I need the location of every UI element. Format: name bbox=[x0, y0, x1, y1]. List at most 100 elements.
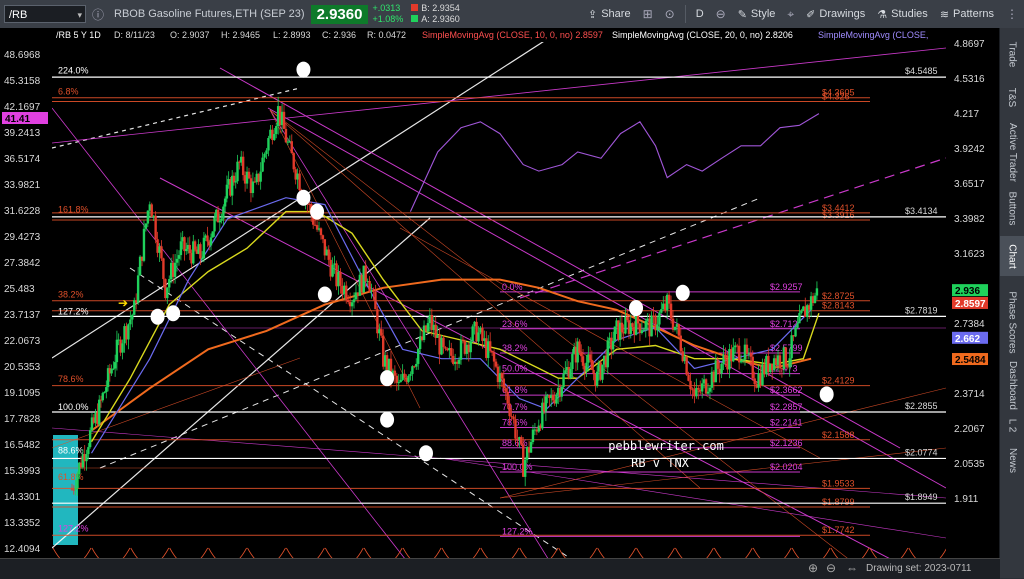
aggregation-button[interactable]: D bbox=[696, 8, 704, 20]
studies-button[interactable]: ⚗ Studies bbox=[877, 8, 928, 21]
candle-body bbox=[121, 343, 124, 353]
pivot-marker bbox=[418, 445, 433, 462]
candle-body bbox=[110, 368, 113, 374]
right-axis-tick: 2.3714 bbox=[954, 389, 985, 400]
left-pct-label: 78.6% bbox=[58, 374, 84, 384]
candle-body bbox=[331, 264, 334, 277]
candle-body bbox=[606, 340, 609, 368]
side-tab-chart[interactable]: Chart bbox=[1000, 236, 1024, 276]
cursor-icon[interactable]: ⌖ bbox=[787, 7, 794, 22]
candle-body bbox=[259, 171, 262, 182]
candle-body bbox=[101, 393, 104, 401]
candle-body bbox=[399, 379, 402, 383]
candle-body bbox=[87, 447, 90, 455]
legend-date: D: 8/11/23 bbox=[114, 30, 155, 40]
candle-body bbox=[620, 322, 624, 333]
share-button[interactable]: ⇪ Share bbox=[588, 8, 631, 21]
patterns-button[interactable]: ≋ Patterns bbox=[940, 8, 994, 21]
horizontal-line-label: $1.8949 bbox=[905, 492, 938, 502]
candle-body bbox=[469, 341, 472, 353]
left-pct-label: 224.0% bbox=[58, 65, 89, 75]
candle-body bbox=[352, 299, 356, 303]
style-button[interactable]: ✎ Style bbox=[738, 8, 776, 21]
reset-zoom-icon[interactable]: ⇔ bbox=[846, 561, 858, 575]
candle-body bbox=[284, 128, 288, 143]
candle-body bbox=[477, 332, 480, 342]
candle-body bbox=[494, 361, 498, 367]
symbol-input[interactable]: /RB ▾ bbox=[4, 5, 86, 23]
side-tab-dashboard[interactable]: Dashboard bbox=[1000, 361, 1024, 410]
side-tab-trade[interactable]: Trade bbox=[1000, 36, 1024, 72]
pct-change: +1.08% bbox=[372, 14, 404, 24]
pivot-marker bbox=[380, 411, 395, 428]
candle-body bbox=[417, 349, 420, 364]
candle-body bbox=[275, 126, 278, 134]
candle-body bbox=[523, 459, 527, 477]
left-pct-label: 100.0% bbox=[58, 402, 89, 412]
candle-body bbox=[179, 241, 183, 256]
price-chart[interactable]: $4.3605$4.326$3.4412$3.3916$2.8725$2.814… bbox=[0, 28, 1000, 578]
zoom-out-icon[interactable]: ⊖ bbox=[826, 561, 836, 575]
more-icon[interactable]: ⋮ bbox=[1006, 7, 1018, 21]
candle-body bbox=[142, 228, 146, 261]
fib-level-price: $2.2857 bbox=[770, 402, 803, 412]
net-change: +.0313 bbox=[372, 3, 401, 13]
link-icon[interactable]: ⊙ bbox=[665, 7, 675, 21]
pivot-marker bbox=[380, 370, 395, 387]
left-pct-label: 127.2% bbox=[58, 524, 89, 534]
candle-body bbox=[581, 356, 585, 366]
ask-square-icon bbox=[411, 15, 419, 22]
ask-text: A: 2.9360 bbox=[421, 14, 460, 24]
horizontal-line-label: $2.7819 bbox=[905, 305, 938, 315]
candle-body bbox=[395, 375, 399, 383]
fib-level-price: $2.2141 bbox=[770, 417, 803, 427]
fib-level-pct: 70.7% bbox=[502, 402, 528, 412]
side-tab-news[interactable]: News bbox=[1000, 442, 1024, 478]
fib-level-price: $2.3662 bbox=[770, 385, 803, 395]
candle-body bbox=[177, 255, 181, 259]
candle-body bbox=[667, 294, 671, 304]
candle-body bbox=[241, 156, 245, 176]
candle-body bbox=[185, 248, 188, 252]
candle-body bbox=[660, 309, 663, 313]
candle-body bbox=[461, 339, 465, 341]
left-pct-label: 6.8% bbox=[58, 87, 79, 97]
fib-level-pct: 23.6% bbox=[502, 319, 528, 329]
arrow-icon: ➔ bbox=[118, 296, 128, 310]
left-pct-label: 38.2% bbox=[58, 290, 84, 300]
candle-body bbox=[790, 335, 793, 359]
side-tab-label: Dashboard bbox=[1006, 360, 1018, 410]
chart-area[interactable]: $4.3605 $4.326 $3.4412 $3.3916 $2.8725 $2.814… bbox=[0, 28, 1000, 578]
side-tab-t-s[interactable]: T&S bbox=[1000, 78, 1024, 116]
candle-body bbox=[689, 380, 692, 390]
candle-body bbox=[590, 360, 594, 370]
candle-body bbox=[796, 323, 799, 328]
candle-body bbox=[450, 348, 453, 356]
fib-level-pct: 100.0% bbox=[502, 462, 533, 472]
candle-body bbox=[282, 111, 286, 129]
drawings-button[interactable]: ✐ Drawings bbox=[806, 8, 865, 21]
zoom-in-icon[interactable]: ⊕ bbox=[808, 561, 818, 575]
candle-body bbox=[631, 323, 634, 327]
info-icon[interactable]: ⓘ bbox=[92, 6, 104, 23]
side-tab-buttons[interactable]: Buttons bbox=[1000, 186, 1024, 230]
candle-body bbox=[160, 246, 163, 259]
candle-body bbox=[173, 262, 177, 277]
candle-body bbox=[571, 353, 574, 369]
pivot-marker bbox=[296, 189, 311, 206]
candle-body bbox=[193, 241, 197, 250]
legend-sma10: SimpleMovingAvg (CLOSE, 10, 0, no) 2.859… bbox=[422, 30, 603, 40]
side-tab-active-trader[interactable]: Active Trader bbox=[1000, 123, 1024, 182]
candle-body bbox=[426, 323, 430, 332]
side-tab-l-2[interactable]: L 2 bbox=[1000, 412, 1024, 438]
side-tab-phase-scores[interactable]: Phase Scores bbox=[1000, 286, 1024, 358]
candle-body bbox=[327, 249, 330, 260]
chevron-down-icon[interactable]: ▾ bbox=[77, 6, 82, 24]
zoom-icon[interactable]: ⊖ bbox=[716, 7, 726, 21]
candle-body bbox=[292, 153, 295, 170]
candle-body bbox=[144, 223, 148, 229]
grid-icon[interactable]: ⊞ bbox=[643, 7, 653, 21]
flask-icon: ⚗ bbox=[877, 8, 888, 21]
right-axis-tick: 2.2067 bbox=[954, 424, 985, 435]
candle-body bbox=[209, 237, 213, 246]
